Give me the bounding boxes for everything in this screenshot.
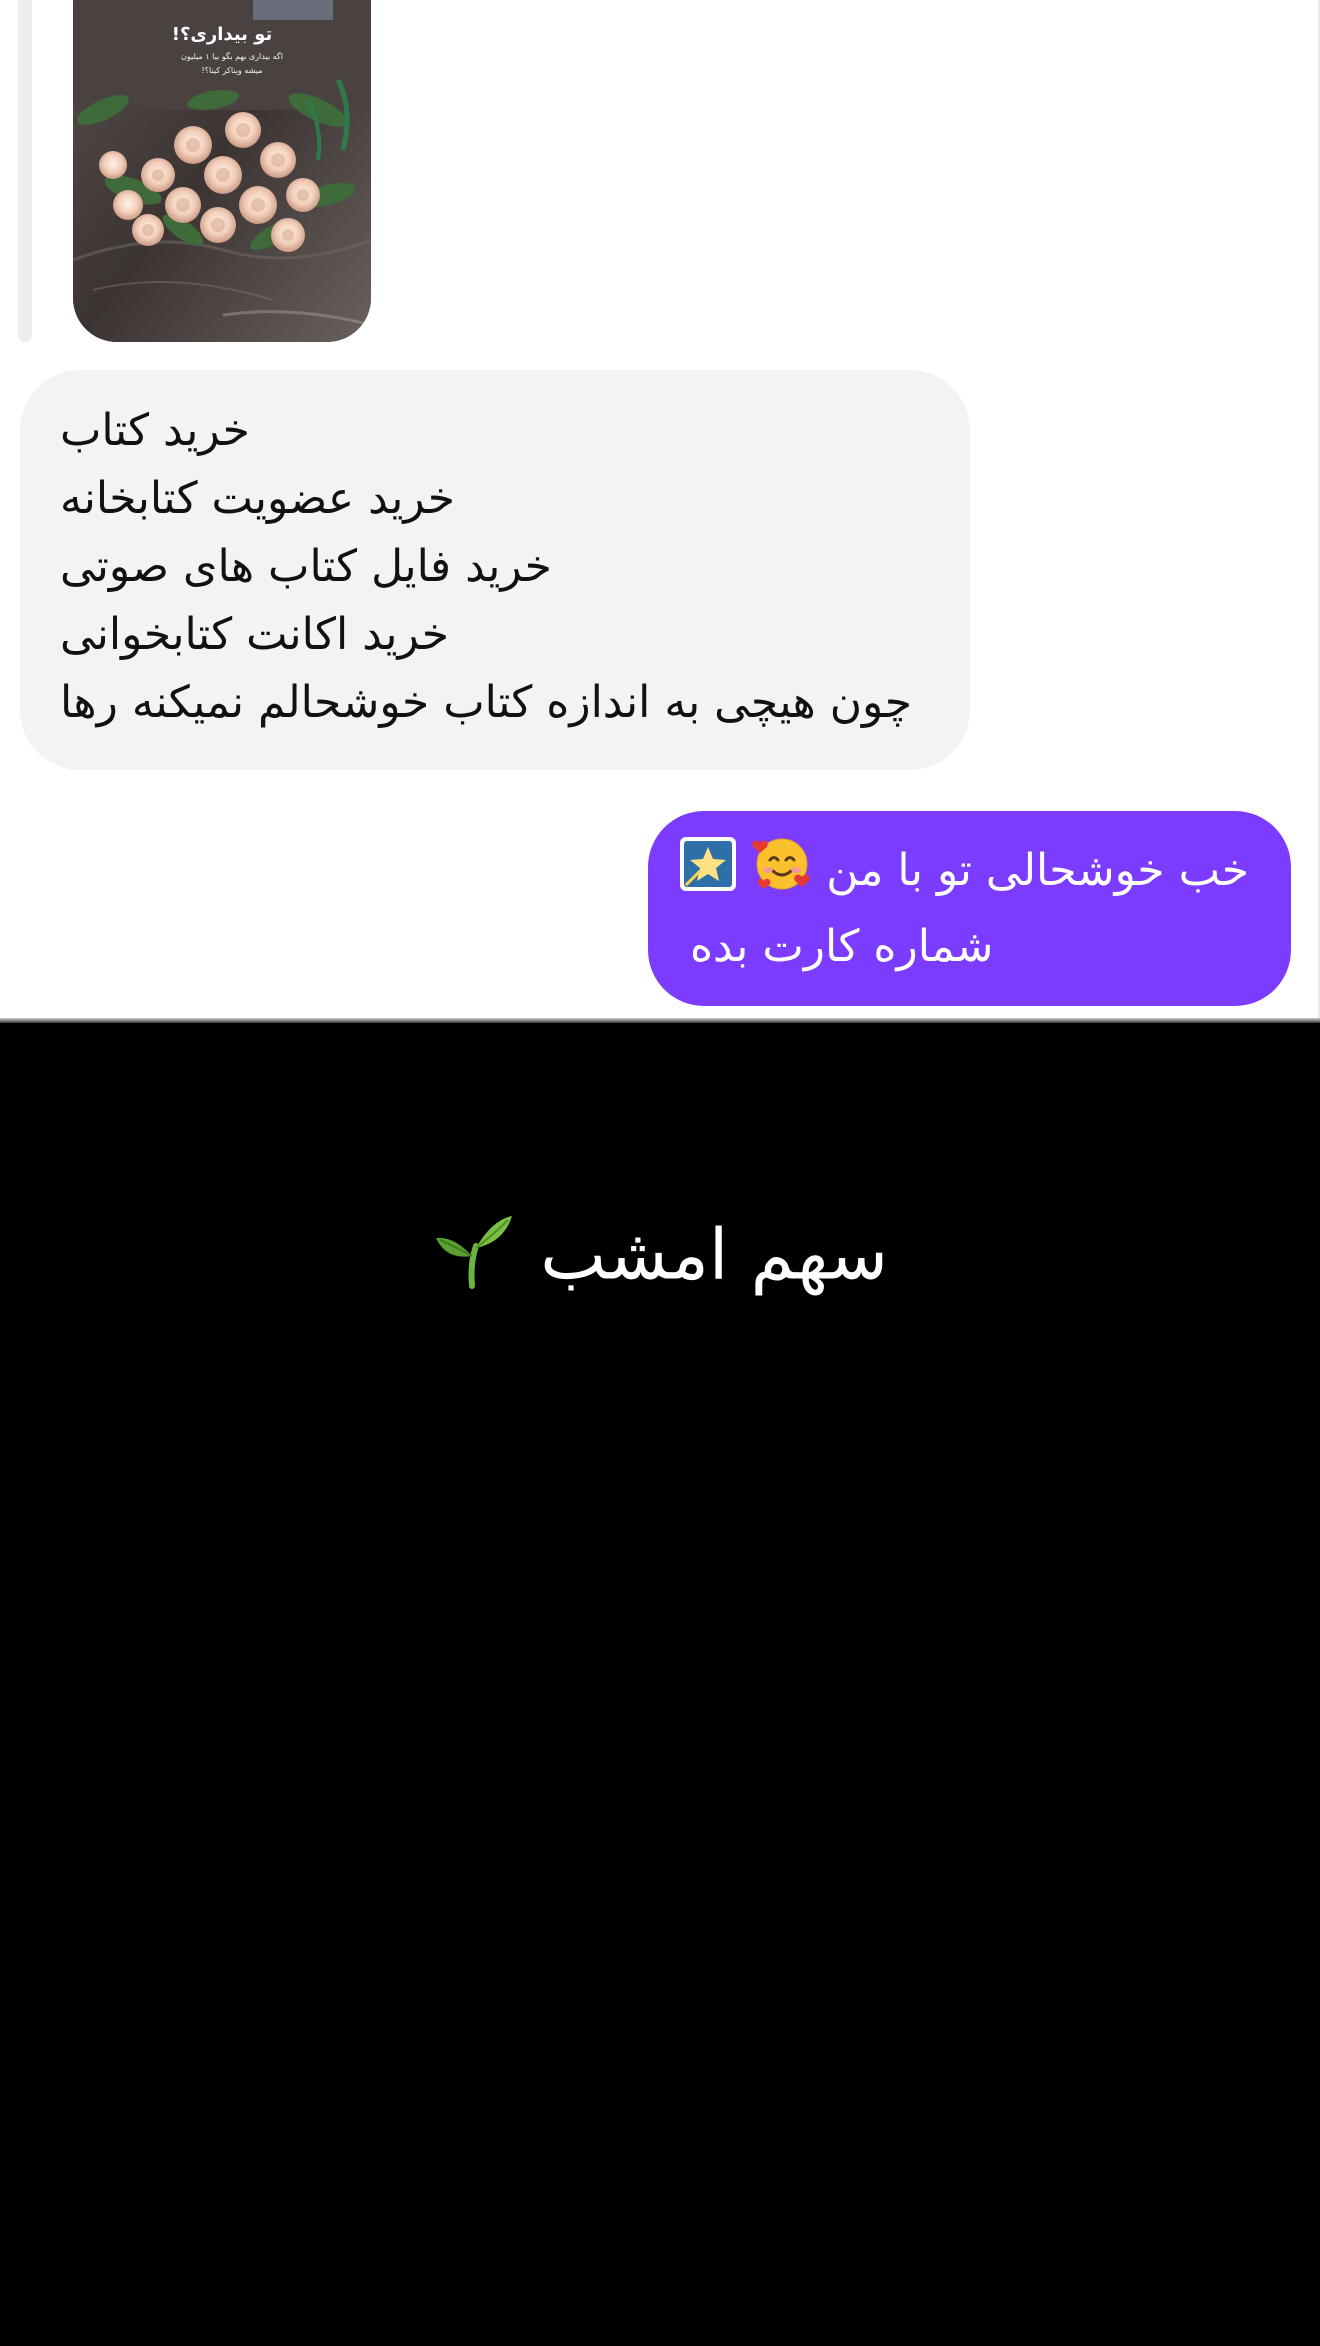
message-line: چون هیچی به اندازه کتاب خوشحالم نمیکنه ر… [60, 677, 912, 728]
sent-message-text: خب خوشحالی تو با من [826, 845, 1249, 896]
section-divider [0, 1018, 1320, 1023]
smiling-face-with-hearts-icon [752, 833, 812, 913]
message-line: خرید فایل کتاب های صوتی [60, 541, 552, 592]
story-reply-thumbnail[interactable]: تو بیداری؟! اگه بیداری بهم بگو بیا ۱ میل… [73, 0, 371, 342]
sent-message-bubble[interactable]: خب خوشحالی تو با من شماره کارت بده [648, 811, 1291, 1006]
story-reply-indicator-bar [18, 0, 32, 342]
footer-caption-text: سهم امشب [540, 1213, 889, 1296]
seedling-icon [432, 1208, 514, 1311]
message-line: خرید عضویت کتابخانه [60, 473, 455, 524]
chat-thread: تو بیداری؟! اگه بیداری بهم بگو بیا ۱ میل… [0, 0, 1320, 1020]
message-line-1: خب خوشحالی تو با من [680, 833, 1249, 913]
story-title: تو بیداری؟! [171, 24, 273, 45]
message-line-2: شماره کارت بده [690, 921, 994, 972]
message-line: خرید اکانت کتابخوانی [60, 609, 449, 660]
story-caption: اگه بیداری بهم بگو بیا ۱ میلیون میشه وین… [181, 52, 283, 75]
received-message-bubble[interactable]: خرید کتاب خرید عضویت کتابخانه خرید فایل … [20, 370, 970, 770]
message-line: خرید کتاب [60, 405, 250, 456]
glowing-star-icon [678, 833, 738, 913]
footer-caption: سهم امشب [0, 1208, 1320, 1311]
